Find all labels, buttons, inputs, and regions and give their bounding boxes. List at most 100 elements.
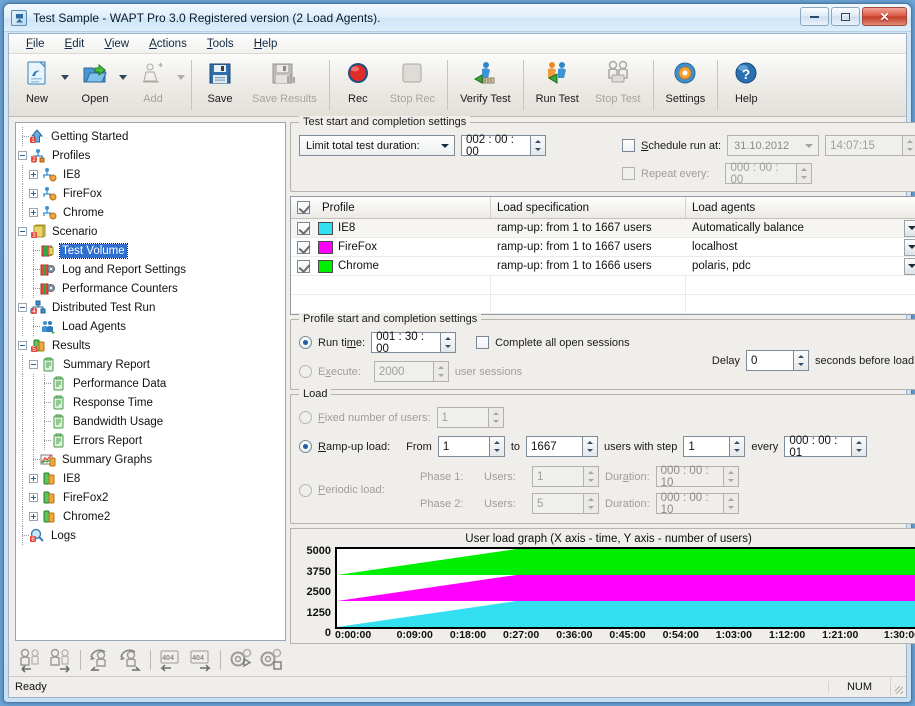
run-time-value[interactable]: 001 : 30 : 00 xyxy=(371,332,441,353)
toolbar-verify-test-button[interactable]: Verify Test xyxy=(452,56,519,114)
tree-item-distributed-test-run[interactable]: 4Distributed Test Run xyxy=(18,298,283,317)
tree-item-chrome[interactable]: Chrome xyxy=(18,203,283,222)
run-time-spinner[interactable]: 001 : 30 : 00 xyxy=(371,332,456,353)
periodic-radio[interactable] xyxy=(299,484,312,497)
tree-item-log-and-report-settings[interactable]: Log and Report Settings xyxy=(18,260,283,279)
tree-item-chrome2[interactable]: Chrome2 xyxy=(18,507,283,526)
rampup-every-spin-buttons[interactable] xyxy=(852,436,867,457)
execute-spin-buttons[interactable] xyxy=(434,361,449,382)
rampup-step-spin-buttons[interactable] xyxy=(730,436,745,457)
toolbar-open-button[interactable]: Open xyxy=(71,56,119,114)
minimize-button[interactable] xyxy=(800,7,829,26)
tree-expander-plus-icon[interactable] xyxy=(29,493,38,502)
toolbar-new-button[interactable]: New xyxy=(13,56,61,114)
execute-radio[interactable] xyxy=(299,365,312,378)
menu-tools[interactable]: Tools xyxy=(198,36,243,52)
recycle-user-right-icon[interactable] xyxy=(117,647,144,673)
table-row[interactable]: Chrome ramp-up: from 1 to 1666 users pol… xyxy=(291,257,915,276)
tree-item-ie8[interactable]: IE8 xyxy=(18,469,283,488)
tree-expander-minus-icon[interactable] xyxy=(18,341,27,350)
toolbar-settings-button[interactable]: Settings xyxy=(658,56,714,114)
menu-file[interactable]: File xyxy=(17,36,54,52)
tree-item-logs[interactable]: 6Logs xyxy=(18,526,283,545)
run-time-radio[interactable] xyxy=(299,336,312,349)
delay-spin-buttons[interactable] xyxy=(794,350,809,371)
schedule-time-spin-buttons[interactable] xyxy=(903,135,915,156)
tree-expander-plus-icon[interactable] xyxy=(29,208,38,217)
tree-item-summary-graphs[interactable]: Summary Graphs xyxy=(18,450,283,469)
rampup-from-spinner[interactable]: 1 xyxy=(438,436,505,457)
tree-expander-plus-icon[interactable] xyxy=(29,170,38,179)
duration-value[interactable]: 002 : 00 : 00 xyxy=(461,135,531,156)
run-time-spin-buttons[interactable] xyxy=(441,332,456,353)
resize-grip-icon[interactable] xyxy=(890,677,906,697)
duration-spin-buttons[interactable] xyxy=(531,135,546,156)
repeat-every-checkbox[interactable] xyxy=(622,167,635,180)
execute-value[interactable]: 2000 xyxy=(374,361,434,382)
tree-item-scenario[interactable]: 3Scenario xyxy=(18,222,283,241)
tree-item-test-volume[interactable]: Test Volume xyxy=(18,241,283,260)
phase2-duration-spinner[interactable]: 000 : 00 : 10 xyxy=(656,493,739,514)
repeat-every-spinner[interactable]: 000 : 00 : 00 xyxy=(725,163,812,184)
rampup-to-value[interactable]: 1667 xyxy=(526,436,583,457)
execute-spinner[interactable]: 2000 xyxy=(374,361,449,382)
delay-spinner[interactable]: 0 xyxy=(746,350,809,371)
profiles-table[interactable]: Profile Load specification Load agents I… xyxy=(290,196,915,315)
phase1-users-value[interactable]: 1 xyxy=(532,466,584,487)
menu-help[interactable]: Help xyxy=(245,36,287,52)
tree-expander-plus-icon[interactable] xyxy=(29,512,38,521)
menu-view[interactable]: View xyxy=(95,36,138,52)
navigation-tree[interactable]: 1Getting Started2ProfilesIE8FireFoxChrom… xyxy=(15,122,286,641)
phase1-duration-spinner[interactable]: 000 : 00 : 10 xyxy=(656,466,739,487)
tree-expander-minus-icon[interactable] xyxy=(29,360,38,369)
rampup-radio[interactable] xyxy=(299,440,312,453)
menu-actions[interactable]: Actions xyxy=(140,36,196,52)
tree-item-firefox[interactable]: FireFox xyxy=(18,184,283,203)
rampup-from-value[interactable]: 1 xyxy=(438,436,490,457)
tree-item-errors-report[interactable]: Errors Report xyxy=(18,431,283,450)
menu-edit[interactable]: Edit xyxy=(56,36,94,52)
delay-value[interactable]: 0 xyxy=(746,350,794,371)
select-all-checkbox[interactable] xyxy=(297,201,310,214)
toolbar-run-test-button[interactable]: Run Test xyxy=(528,56,587,114)
repeat-spin-buttons[interactable] xyxy=(797,163,812,184)
table-row-empty[interactable] xyxy=(291,295,915,314)
toolbar-save-button[interactable]: Save xyxy=(196,56,244,114)
tree-item-firefox2[interactable]: FireFox2 xyxy=(18,488,283,507)
tree-item-load-agents[interactable]: Load Agents xyxy=(18,317,283,336)
repeat-every-value[interactable]: 000 : 00 : 00 xyxy=(725,163,797,184)
tree-expander-plus-icon[interactable] xyxy=(29,189,38,198)
toolbar-help-button[interactable]: ? Help xyxy=(722,56,770,114)
move-user-left-icon[interactable] xyxy=(17,647,44,673)
row-select-checkbox[interactable] xyxy=(297,260,310,273)
table-row-empty[interactable] xyxy=(291,276,915,295)
tree-item-response-time[interactable]: Response Time xyxy=(18,393,283,412)
tree-item-bandwidth-usage[interactable]: Bandwidth Usage xyxy=(18,412,283,431)
fixed-users-radio[interactable] xyxy=(299,411,312,424)
phase1-duration-value[interactable]: 000 : 00 : 10 xyxy=(656,466,724,487)
load-agents-dropdown-button[interactable] xyxy=(904,258,915,275)
rampup-every-value[interactable]: 000 : 00 : 01 xyxy=(784,436,852,457)
maximize-button[interactable] xyxy=(831,7,860,26)
schedule-date-combo[interactable]: 31.10.2012 xyxy=(727,135,819,156)
phase2-duration-value[interactable]: 000 : 00 : 10 xyxy=(656,493,724,514)
phase1-users-spin-buttons[interactable] xyxy=(584,466,599,487)
schedule-time-spinner[interactable]: 14:07:15 xyxy=(825,135,915,156)
tree-expander-minus-icon[interactable] xyxy=(18,151,27,160)
phase2-users-value[interactable]: 5 xyxy=(532,493,584,514)
phase1-users-spinner[interactable]: 1 xyxy=(532,466,599,487)
table-row[interactable]: IE8 ramp-up: from 1 to 1667 users Automa… xyxy=(291,219,915,238)
tree-item-results[interactable]: 5Results xyxy=(18,336,283,355)
table-row[interactable]: FireFox ramp-up: from 1 to 1667 users lo… xyxy=(291,238,915,257)
row-select-checkbox[interactable] xyxy=(297,241,310,254)
rampup-to-spin-buttons[interactable] xyxy=(583,436,598,457)
tree-item-performance-counters[interactable]: Performance Counters xyxy=(18,279,283,298)
load-agents-dropdown-button[interactable] xyxy=(904,239,915,256)
rampup-step-spinner[interactable]: 1 xyxy=(683,436,745,457)
load-agents-dropdown-button[interactable] xyxy=(904,220,915,237)
rampup-to-spinner[interactable]: 1667 xyxy=(526,436,598,457)
fixed-users-spinner[interactable]: 1 xyxy=(437,407,504,428)
move-user-right-icon[interactable] xyxy=(47,647,74,673)
row-select-checkbox[interactable] xyxy=(297,222,310,235)
error-404-right-icon[interactable]: 404 xyxy=(187,647,214,673)
